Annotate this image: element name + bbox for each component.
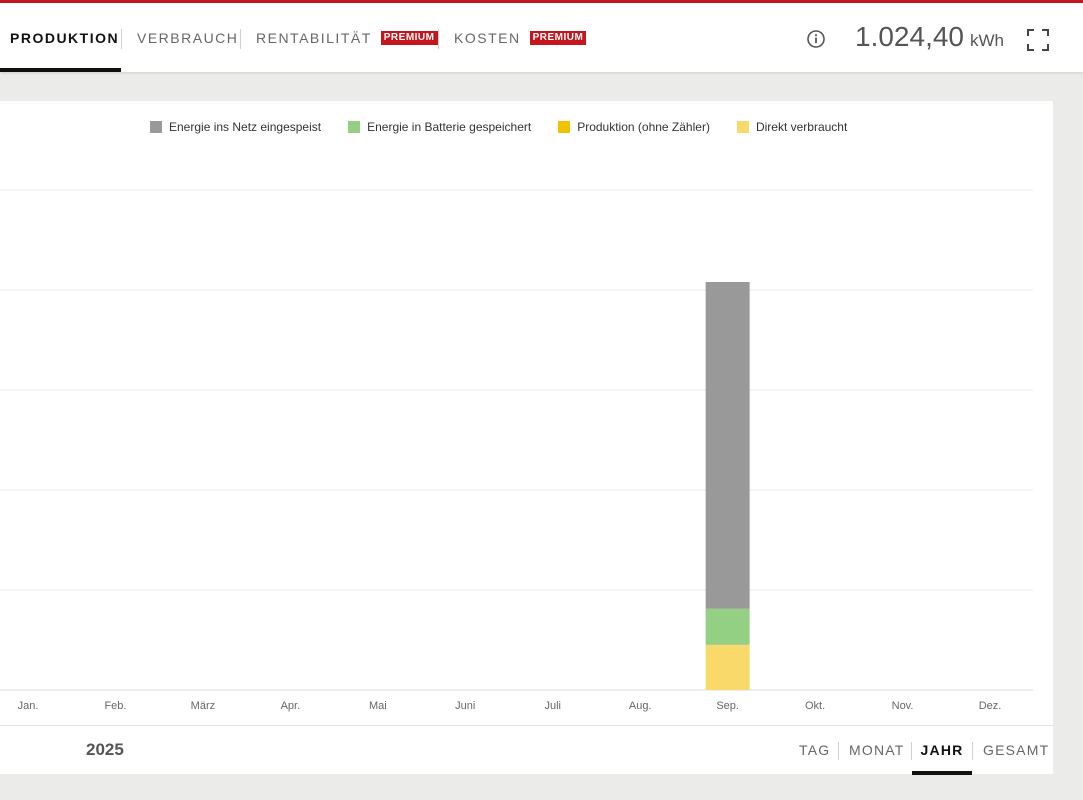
fullscreen-icon[interactable] (1026, 28, 1050, 52)
tab-label: VERBRAUCH (137, 29, 239, 46)
x-tick-label: Jan. (18, 700, 39, 712)
tab-produktion[interactable]: PRODUKTION (0, 3, 121, 72)
chart-legend: Energie ins Netz eingespeist Energie in … (150, 119, 874, 135)
period-gesamt[interactable]: GESAMT (983, 726, 1049, 774)
x-tick-label: Sep. (716, 700, 739, 712)
active-period-indicator (912, 771, 972, 775)
x-tick-label: Mai (369, 700, 387, 712)
legend-label: Produktion (ohne Zähler) (577, 120, 710, 134)
legend-item[interactable]: Energie ins Netz eingespeist (150, 120, 321, 134)
period-monat[interactable]: MONAT (849, 726, 905, 774)
legend-label: Energie in Batterie gespeichert (367, 120, 532, 134)
tab-rentabilitaet[interactable]: RENTABILITÄT PREMIUM (256, 3, 438, 72)
total-value: 1.024,40 (855, 21, 964, 52)
selected-year[interactable]: 2025 (86, 740, 124, 760)
tab-divider (240, 29, 241, 49)
info-icon[interactable] (806, 29, 826, 49)
period-divider (972, 742, 973, 760)
legend-swatch (150, 121, 162, 133)
period-jahr[interactable]: JAHR (912, 726, 972, 775)
legend-label: Energie ins Netz eingespeist (169, 120, 322, 134)
tab-divider (438, 29, 439, 49)
active-tab-indicator (0, 68, 121, 72)
top-bar: PRODUKTION VERBRAUCH RENTABILITÄT PREMIU… (0, 0, 1083, 72)
tab-divider (121, 29, 122, 49)
tab-label: RENTABILITÄT (256, 29, 372, 46)
x-tick-label: Okt. (805, 700, 825, 712)
total-unit: kWh (970, 31, 1004, 50)
tab-verbrauch[interactable]: VERBRAUCH (137, 3, 238, 72)
x-tick-label: Feb. (104, 700, 126, 712)
bar-segment[interactable] (705, 608, 750, 645)
legend-item[interactable]: Direkt verbraucht (736, 120, 848, 134)
period-label: MONAT (849, 742, 905, 758)
tab-label: PRODUKTION (10, 29, 120, 46)
legend-swatch (348, 121, 361, 133)
production-chart: Jan. Feb. März Apr. Mai Juni Juli Aug. Sep. Okt. N… (0, 189, 1033, 712)
x-tick-label: Apr. (281, 700, 301, 712)
legend-item[interactable]: Energie in Batterie gespeichert (348, 120, 531, 134)
period-tag[interactable]: TAG (799, 726, 830, 774)
legend-swatch (736, 121, 749, 133)
x-tick-label: Dez. (979, 700, 1002, 712)
bar-segment[interactable] (705, 644, 750, 690)
x-tick-label: Juli (544, 700, 561, 712)
legend-swatch (558, 121, 571, 133)
period-label: JAHR (920, 742, 964, 758)
x-tick-label: März (191, 700, 215, 712)
chart-card: Jan. Feb. März Apr. Mai Juni Juli Aug. Sep. Okt. N… (0, 101, 1053, 775)
period-label: GESAMT (983, 742, 1050, 758)
x-tick-label: Juni (455, 700, 475, 712)
chart-footer: 2025 TAG MONAT JAHR GESAMT (0, 725, 1053, 775)
legend-label: Direkt verbraucht (755, 120, 848, 134)
premium-badge: PREMIUM (380, 30, 438, 45)
period-label: TAG (799, 742, 831, 758)
tab-kosten[interactable]: KOSTEN PREMIUM (454, 3, 587, 72)
x-tick-label: Aug. (629, 700, 652, 712)
premium-badge: PREMIUM (529, 30, 587, 45)
x-tick-label: Nov. (892, 700, 914, 712)
bar-segment[interactable] (705, 282, 750, 609)
total-energy: 1.024,40 kWh (855, 21, 1004, 57)
tab-label: KOSTEN (454, 29, 521, 46)
period-divider (838, 742, 839, 760)
legend-item[interactable]: Produktion (ohne Zähler) (558, 120, 710, 134)
